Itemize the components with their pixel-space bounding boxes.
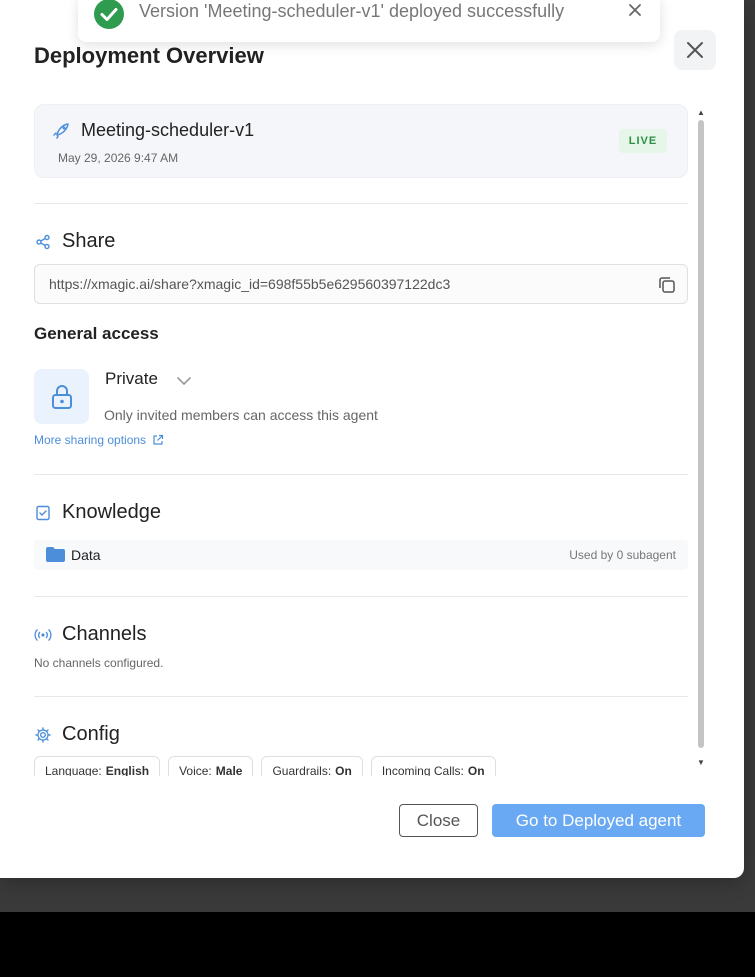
config-chip-language: Language: English xyxy=(34,756,161,776)
modal-close-button[interactable] xyxy=(674,30,716,70)
access-value: Private xyxy=(105,369,158,388)
config-chips: Language: English Voice: Male Guardrails… xyxy=(34,756,504,776)
chip-label: Guardrails: xyxy=(272,764,332,776)
external-link-icon xyxy=(153,434,164,445)
config-title: Config xyxy=(62,723,120,745)
chip-value: English xyxy=(105,764,150,776)
section-divider xyxy=(34,696,688,697)
modal-scrollbar[interactable]: ▲ ▼ xyxy=(696,108,706,772)
access-icon-box xyxy=(34,369,89,424)
chip-label: Incoming Calls: xyxy=(381,764,464,776)
folder-icon xyxy=(46,547,65,562)
config-chip-voice: Voice: Male xyxy=(168,756,254,776)
scrollbar-thumb[interactable] xyxy=(698,120,704,748)
more-sharing-label: More sharing options xyxy=(34,433,147,447)
section-divider xyxy=(34,596,688,597)
config-chip-guardrails: Guardrails: On xyxy=(261,756,363,776)
deployment-overview-modal: Deployment Overview Meeting-scheduler-v1… xyxy=(0,0,744,878)
version-name: Meeting-scheduler-v1 xyxy=(81,120,255,140)
share-url-input[interactable] xyxy=(49,265,639,303)
chip-value: On xyxy=(467,764,485,776)
chevron-down-icon xyxy=(177,376,191,385)
chip-label: Language: xyxy=(45,764,102,776)
toast-message: Version 'Meeting-scheduler-v1' deployed … xyxy=(139,1,565,21)
close-icon[interactable] xyxy=(627,2,643,18)
success-toast: Version 'Meeting-scheduler-v1' deployed … xyxy=(78,0,660,42)
general-access-label: General access xyxy=(34,324,159,343)
chip-value: Male xyxy=(215,764,243,776)
knowledge-section-header: Knowledge xyxy=(34,501,161,524)
access-description: Only invited members can access this age… xyxy=(104,407,378,423)
share-url-field xyxy=(34,264,688,304)
channels-section-header: Channels xyxy=(34,623,147,646)
section-divider xyxy=(34,474,688,475)
scroll-up-arrow[interactable]: ▲ xyxy=(697,108,705,117)
status-badge: LIVE xyxy=(619,129,667,153)
version-card: Meeting-scheduler-v1 May 29, 2026 9:47 A… xyxy=(34,104,688,178)
broadcast-icon xyxy=(34,626,52,644)
config-chip-incoming-calls: Incoming Calls: On xyxy=(370,756,496,776)
check-circle-icon xyxy=(94,0,124,29)
rocket-icon xyxy=(53,123,69,139)
modal-title: Deployment Overview xyxy=(34,43,264,68)
knowledge-title: Knowledge xyxy=(62,501,161,523)
lock-icon xyxy=(51,384,72,409)
gear-icon xyxy=(34,726,52,744)
config-section-header: Config xyxy=(34,723,120,746)
scroll-down-arrow[interactable]: ▼ xyxy=(697,758,705,767)
knowledge-item-name: Data xyxy=(71,547,101,563)
knowledge-item[interactable]: Data Used by 0 subagent xyxy=(34,540,688,570)
chip-label: Voice: xyxy=(179,764,212,776)
close-icon xyxy=(687,42,703,58)
close-button[interactable]: Close xyxy=(399,804,478,837)
section-divider xyxy=(34,203,688,204)
share-icon xyxy=(34,233,52,251)
go-to-deployed-agent-button[interactable]: Go to Deployed agent xyxy=(492,804,705,837)
knowledge-item-usage: Used by 0 subagent xyxy=(569,548,676,562)
channels-title: Channels xyxy=(62,623,147,645)
share-title: Share xyxy=(62,230,116,252)
checklist-icon xyxy=(34,504,52,522)
copy-icon[interactable] xyxy=(657,275,677,295)
modal-scroll-content[interactable]: Meeting-scheduler-v1 May 29, 2026 9:47 A… xyxy=(34,104,688,776)
chip-value: On xyxy=(335,764,352,776)
access-dropdown[interactable]: Private xyxy=(105,369,192,389)
share-section-header: Share xyxy=(34,230,115,253)
more-sharing-options-link[interactable]: More sharing options xyxy=(34,433,164,447)
version-date: May 29, 2026 9:47 AM xyxy=(58,151,179,165)
channels-empty-text: No channels configured. xyxy=(34,656,164,670)
